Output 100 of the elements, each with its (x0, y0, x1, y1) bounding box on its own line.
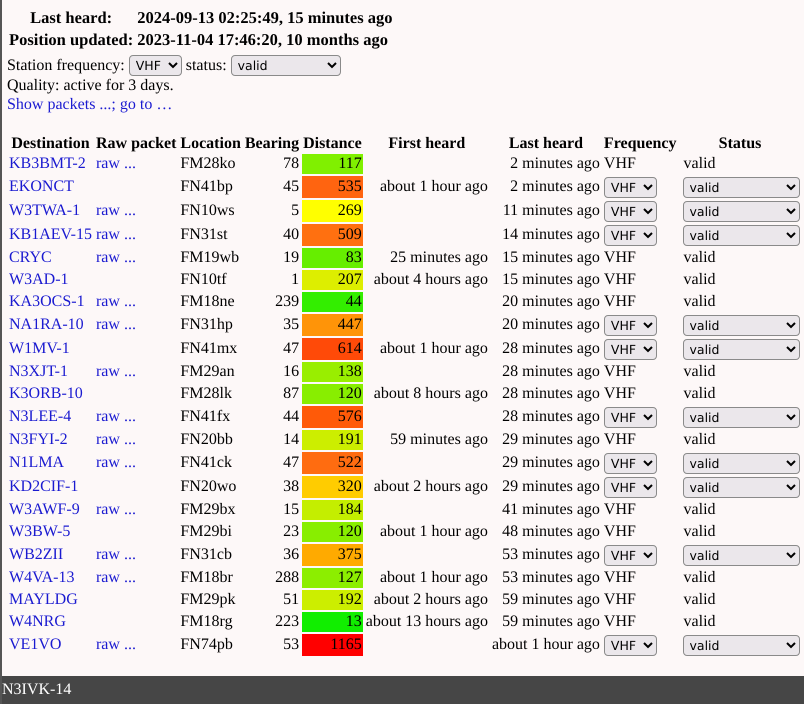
raw-packet-link[interactable]: raw ... (96, 408, 136, 426)
destination-link[interactable]: W4VA-13 (9, 569, 74, 586)
distance-cell: 13 (302, 612, 363, 632)
destination-link[interactable]: W3BW-5 (9, 523, 70, 540)
raw-packet-link[interactable]: raw ... (96, 249, 136, 266)
distance-cell: 127 (302, 568, 363, 588)
raw-packet-link[interactable]: raw ... (96, 155, 136, 172)
destination-link[interactable]: W1MV-1 (9, 340, 70, 358)
frequency-dropdown[interactable]: VHF (604, 200, 657, 222)
raw-packet-link[interactable]: raw ... (96, 226, 136, 244)
destination-link[interactable]: MAYLDG (9, 591, 78, 608)
location-cell: FM29an (180, 363, 235, 380)
frequency-dropdown[interactable]: VHF (604, 476, 657, 498)
destination-link[interactable]: W4NRG (9, 613, 66, 630)
raw-packet-link[interactable]: raw ... (96, 454, 136, 472)
frequency-dropdown[interactable]: VHF (604, 406, 657, 428)
destination-link[interactable]: NA1RA-10 (9, 316, 84, 334)
status-dropdown[interactable]: valid (682, 176, 800, 198)
frequency-dropdown[interactable]: VHF (604, 452, 657, 474)
status-cell: valid (684, 569, 716, 586)
status-dropdown[interactable]: valid (230, 55, 341, 76)
destination-link[interactable]: KD2CIF-1 (9, 478, 78, 496)
last-heard-cell: 48 minutes ago (502, 523, 600, 540)
location-cell: FN41bp (180, 178, 233, 196)
location-cell: FM18rg (180, 613, 233, 630)
location-cell: FN41ck (180, 454, 232, 472)
frequency-dropdown[interactable]: VHF (604, 314, 657, 336)
column-header: First heard (387, 135, 466, 152)
location-cell: FN20bb (180, 431, 233, 448)
last-heard-cell: 59 minutes ago (502, 591, 600, 608)
position-value: 2023-11-04 17:46:20, 10 months ago (137, 30, 388, 49)
distance-cell: 44 (302, 292, 363, 312)
status-dropdown[interactable]: valid (682, 476, 800, 498)
frequency-dropdown[interactable]: VHF (604, 634, 657, 656)
raw-packet-link[interactable]: raw ... (96, 293, 136, 310)
status-dropdown[interactable]: valid (682, 314, 800, 336)
last-heard-cell: 15 minutes ago (502, 271, 600, 288)
bearing-cell: 223 (275, 613, 300, 630)
status-cell: valid (684, 363, 716, 380)
frequency-dropdown[interactable]: VHF (604, 544, 657, 566)
last-heard-cell: about 1 hour ago (492, 636, 600, 654)
footer-title: N3IVK-14 (2, 681, 72, 698)
raw-packet-link[interactable]: raw ... (96, 431, 136, 448)
bearing-cell: 78 (283, 155, 300, 172)
raw-packet-link[interactable]: raw ... (96, 363, 136, 380)
frequency-dropdown[interactable]: VHF (604, 338, 657, 360)
destination-link[interactable]: N3FYI-2 (9, 431, 68, 448)
bearing-cell: 45 (283, 178, 300, 196)
last-heard-cell: 2 minutes ago (510, 178, 600, 196)
frequency-cell: VHF (604, 293, 636, 310)
status-cell: valid (684, 155, 716, 172)
distance-cell: 192 (302, 590, 363, 610)
destination-link[interactable]: KB3BMT-2 (9, 155, 86, 172)
raw-packet-link[interactable]: raw ... (96, 546, 136, 564)
status-dropdown[interactable]: valid (682, 224, 800, 246)
destination-link[interactable]: CRYC (9, 249, 52, 266)
status-dropdown[interactable]: valid (682, 200, 800, 222)
destination-link[interactable]: KA3OCS-1 (9, 293, 85, 310)
packets-link[interactable]: Show packets ...; go to … (7, 96, 172, 114)
bearing-cell: 40 (283, 226, 300, 244)
status-dropdown[interactable]: valid (682, 452, 800, 474)
raw-packet-link[interactable]: raw ... (96, 569, 136, 586)
raw-packet-link[interactable]: raw ... (96, 316, 136, 334)
quality-text: Quality: active for 3 days. (7, 76, 175, 96)
bearing-cell: 16 (283, 363, 300, 380)
first-heard-cell: about 1 hour ago (380, 523, 488, 540)
location-cell: FN74pb (180, 636, 233, 654)
destination-link[interactable]: K3ORB-10 (9, 385, 83, 402)
raw-packet-link[interactable]: raw ... (96, 202, 136, 220)
destination-link[interactable]: N1LMA (9, 454, 64, 472)
bearing-cell: 47 (283, 340, 300, 358)
frequency-cell: VHF (604, 249, 636, 266)
location-cell: FN10tf (180, 271, 227, 288)
destination-link[interactable]: W3TWA-1 (9, 202, 80, 220)
bearing-cell: 288 (275, 569, 300, 586)
frequency-cell: VHF (604, 523, 636, 540)
location-cell: FM29pk (180, 591, 236, 608)
frequency-dropdown[interactable]: VHF (604, 176, 657, 198)
last-heard-cell: 53 minutes ago (502, 569, 600, 586)
status-dropdown[interactable]: valid (682, 406, 800, 428)
destination-link[interactable]: WB2ZII (9, 546, 64, 564)
destination-link[interactable]: W3AD-1 (9, 271, 69, 288)
status-dropdown[interactable]: valid (682, 338, 800, 360)
distance-cell: 509 (302, 224, 363, 246)
destination-link[interactable]: W3AWF-9 (9, 501, 80, 518)
raw-packet-link[interactable]: raw ... (96, 501, 136, 518)
bearing-cell: 5 (291, 202, 300, 220)
raw-packet-link[interactable]: raw ... (96, 636, 136, 654)
destination-link[interactable]: KB1AEV-15 (9, 226, 92, 244)
destination-link[interactable]: EKONCT (9, 178, 74, 196)
status-dropdown[interactable]: valid (682, 634, 800, 656)
status-cell: valid (684, 613, 716, 630)
bearing-cell: 1 (291, 271, 300, 288)
status-dropdown[interactable]: valid (682, 544, 800, 566)
frequency-cell: VHF (604, 591, 636, 608)
frequency-dropdown[interactable]: VHF (604, 224, 657, 246)
destination-link[interactable]: N3LEE-4 (9, 408, 72, 426)
destination-link[interactable]: VE1VO (9, 636, 62, 654)
destination-link[interactable]: N3XJT-1 (9, 363, 68, 380)
frequency-dropdown[interactable]: VHF (128, 55, 182, 76)
